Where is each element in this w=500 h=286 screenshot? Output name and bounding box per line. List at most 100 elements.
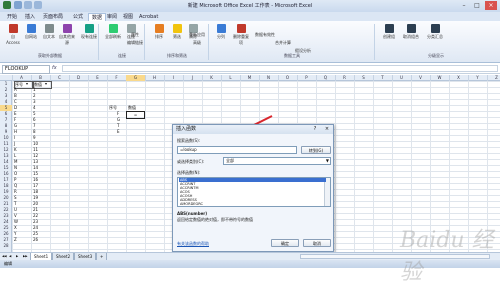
- ribbon-icon-2: [44, 24, 54, 33]
- ribbon-button-label: 分列: [217, 34, 225, 39]
- filter-dropdown-icon[interactable]: ▾: [45, 81, 47, 87]
- table-cell-letter[interactable]: Z: [14, 237, 17, 243]
- ribbon-icon-10: [172, 24, 182, 33]
- fx-icon[interactable]: fx: [52, 65, 57, 71]
- function-list[interactable]: ABS ACCRINT ACCRINTM ACOS ACOSH ADDRESS AMORDE…: [177, 177, 331, 207]
- ribbon-button-19[interactable]: 创建组: [380, 24, 398, 40]
- ribbon-button-label: 排序: [155, 34, 163, 39]
- ribbon-button-label: 合并计算: [275, 40, 291, 45]
- tab-1[interactable]: 插入: [22, 13, 38, 21]
- tab-6[interactable]: 视图: [120, 13, 136, 21]
- ribbon-button-13[interactable]: 高级: [184, 40, 210, 46]
- ribbon-icon-3: [62, 24, 72, 33]
- minimize-icon[interactable]: –: [458, 1, 470, 10]
- tab-0[interactable]: 开始: [4, 13, 20, 21]
- formula-bar: FLOOKUP fx: [0, 64, 500, 74]
- ribbon-icon-20: [406, 24, 416, 33]
- cancel-button[interactable]: 取消: [303, 239, 331, 247]
- ribbon-button-label: 现有连接: [81, 34, 97, 39]
- ribbon-button-4[interactable]: 现有连接: [80, 24, 98, 40]
- ribbon-button-label: 编辑链接: [127, 40, 143, 45]
- ribbon-group-label-2: 排序和筛选: [167, 53, 187, 58]
- ribbon-group-label-1: 连接: [118, 53, 126, 58]
- window-title: 新建 Microsoft Office Excel 工作表 - Microsof…: [187, 3, 313, 9]
- ribbon-button-16[interactable]: 数据有效性: [252, 32, 278, 38]
- active-cell[interactable]: =: [126, 111, 145, 119]
- tab-2[interactable]: 页面布局: [40, 13, 66, 21]
- ribbon-button-9[interactable]: 排序: [150, 24, 168, 40]
- ribbon-button-label: 全部刷新: [105, 34, 121, 39]
- ribbon-group-separator: [98, 24, 99, 60]
- dialog-close-icon[interactable]: ×: [323, 126, 331, 133]
- ribbon-button-14[interactable]: 分列: [212, 24, 230, 40]
- maximize-icon[interactable]: □: [471, 1, 483, 10]
- search-input[interactable]: =lookup: [177, 146, 297, 154]
- table-cell-number[interactable]: 26: [33, 237, 38, 243]
- ribbon-icon-0: [8, 24, 18, 33]
- sheet-nav-icon[interactable]: ▶▶: [22, 253, 29, 260]
- watermark-logo: Baidu 经验: [400, 228, 494, 285]
- ribbon-button-label: 创建组: [383, 34, 395, 39]
- ribbon-button-label: 自网站: [25, 34, 37, 39]
- row-header-28[interactable]: 28: [0, 243, 12, 249]
- ribbon-button-20[interactable]: 取消组合: [402, 24, 420, 40]
- sheet-nav-icon[interactable]: ◀: [8, 253, 12, 260]
- ribbon-button-12[interactable]: 重新应用: [184, 32, 210, 38]
- sheet-nav-icon[interactable]: ◀◀: [1, 253, 8, 260]
- ribbon-button-label: 自其他来源: [59, 34, 75, 45]
- ribbon-group-label-4: 分级显示: [428, 53, 444, 58]
- function-list-item[interactable]: AMORDEGRC: [179, 202, 326, 206]
- ribbon-group-separator: [374, 24, 375, 60]
- ribbon-button-label: 筛选: [173, 34, 181, 39]
- filter-dropdown-icon[interactable]: ▾: [26, 81, 28, 87]
- insert-function-dialog: 插入函数 ? × 搜索函数(S): =lookup 转到(G) 或选择类别(C)…: [172, 124, 334, 252]
- help-icon[interactable]: ?: [311, 126, 319, 133]
- formula-input[interactable]: [62, 65, 498, 72]
- ribbon-button-label: 高级: [193, 40, 201, 45]
- ribbon-icon-21: [430, 24, 440, 33]
- ribbon-button-17[interactable]: 合并计算: [270, 40, 296, 46]
- ribbon-button-label: 自 Access: [6, 34, 20, 45]
- ribbon-button-3[interactable]: 自其他来源: [58, 24, 76, 46]
- ribbon-button-0[interactable]: 自 Access: [4, 24, 22, 45]
- ribbon-button-21[interactable]: 分类汇总: [426, 24, 444, 40]
- ribbon-group-label-0: 获取外部数据: [38, 53, 62, 58]
- ribbon-icon-19: [384, 24, 394, 33]
- ribbon-button-5[interactable]: 全部刷新: [104, 24, 122, 40]
- ribbon-button-label: 分类汇总: [427, 34, 443, 39]
- category-label: 或选择类别(C):: [177, 159, 205, 164]
- ribbon-icon-5: [108, 24, 118, 33]
- tab-7[interactable]: Acrobat: [136, 13, 161, 21]
- ribbon-button-label: 数据有效性: [255, 32, 275, 37]
- search-label: 搜索函数(S):: [177, 138, 201, 143]
- ribbon-icon-1: [26, 24, 36, 33]
- ok-button[interactable]: 确定: [271, 239, 299, 247]
- sheet-nav-icon[interactable]: ▶: [15, 253, 19, 260]
- ribbon-group-separator: [144, 24, 145, 60]
- ribbon-button-2[interactable]: 自文本: [40, 24, 58, 40]
- ribbon-button-15[interactable]: 删除重复项: [232, 24, 250, 46]
- ribbon-button-1[interactable]: 自网站: [22, 24, 40, 40]
- close-icon[interactable]: ×: [485, 1, 497, 10]
- ribbon-group-separator: [208, 24, 209, 60]
- category-select[interactable]: 全部 ▼: [223, 157, 331, 165]
- title-bar: 新建 Microsoft Office Excel 工作表 - Microsof…: [0, 0, 500, 12]
- ribbon-icon-15: [236, 24, 246, 33]
- go-button[interactable]: 转到(G): [301, 146, 331, 154]
- side-cell-letter[interactable]: E: [117, 129, 120, 135]
- select-label: 选择函数(N):: [177, 170, 201, 175]
- ribbon-button-label: 属性: [131, 32, 139, 37]
- ribbon-button-label: 删除重复项: [233, 34, 249, 45]
- side-header-cell[interactable]: 序号: [109, 105, 117, 111]
- tab-5[interactable]: 审阅: [104, 13, 120, 21]
- ribbon-tabs: 开始 插入 页面布局 公式 数据 审阅 视图 Acrobat: [0, 12, 500, 22]
- dialog-title: 插入函数: [173, 125, 333, 134]
- ribbon: 自 Access 自网站 自文本 自其他来源 现有连接 全部刷新 连接 属性 编辑链接 排序 筛选清…: [0, 21, 500, 63]
- tab-3[interactable]: 公式: [70, 13, 86, 21]
- ribbon-button-label: 自文本: [43, 34, 55, 39]
- ribbon-icon-14: [216, 24, 226, 33]
- ribbon-group-label-3: 数据工具: [284, 53, 300, 58]
- name-box[interactable]: FLOOKUP: [2, 65, 50, 74]
- ribbon-button-label: 取消组合: [403, 34, 419, 39]
- help-link[interactable]: 有关该函数的帮助: [177, 241, 209, 247]
